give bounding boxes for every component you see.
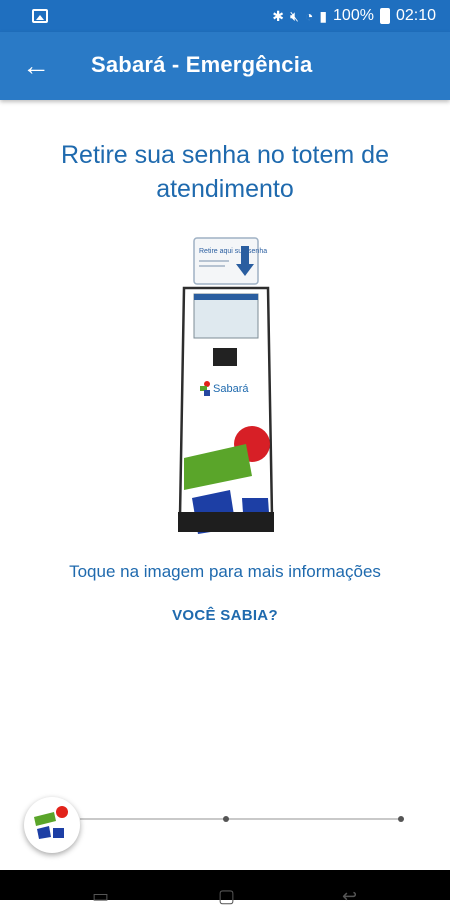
step-logo-button[interactable]: [24, 797, 80, 853]
recents-icon[interactable]: ▭: [92, 886, 109, 907]
wifi-icon: ◔: [304, 8, 314, 24]
kiosk-image[interactable]: Retire aqui sua senha Sabará: [170, 236, 282, 538]
onboarding-progress: [80, 816, 404, 822]
tap-hint-text: Toque na imagem para mais informações: [69, 562, 381, 581]
page-title: Sabará - Emergência: [91, 52, 313, 77]
battery-percent: 100%: [333, 7, 374, 24]
bluetooth-icon: ✱: [272, 8, 285, 24]
home-icon[interactable]: ▢: [218, 886, 235, 907]
did-you-know-link[interactable]: VOCÊ SABIA?: [0, 607, 450, 624]
sabara-logo-icon: [34, 806, 68, 839]
back-button[interactable]: ←: [20, 50, 52, 82]
progress-dot: [223, 816, 229, 822]
kiosk-sign-text: Retire aqui sua senha: [199, 248, 267, 255]
gallery-icon: [32, 9, 48, 23]
app-bar: ← Sabará - Emergência: [0, 32, 450, 100]
mute-icon: 🔇︎: [290, 8, 299, 24]
arrow-left-icon: ←: [22, 50, 50, 81]
status-bar: ✱ 🔇︎ ◔ ▮ 100% 02:10: [0, 0, 450, 32]
progress-dot: [398, 816, 404, 822]
signal-icon: ▮: [319, 8, 328, 24]
clock: 02:10: [395, 7, 436, 24]
kiosk-brand-text: Sabará: [213, 383, 249, 395]
status-indicators: ✱ 🔇︎ ◔ ▮ 100% 02:10: [272, 6, 436, 26]
system-nav-bar: ▭ ▢ ↩: [0, 870, 450, 906]
kiosk-illustration: Retire aqui sua senha Sabará: [178, 237, 274, 534]
headline: Retire sua senha no totem de atendimento: [61, 141, 389, 203]
battery-icon: [379, 8, 390, 24]
back-nav-icon[interactable]: ↩: [342, 886, 357, 907]
